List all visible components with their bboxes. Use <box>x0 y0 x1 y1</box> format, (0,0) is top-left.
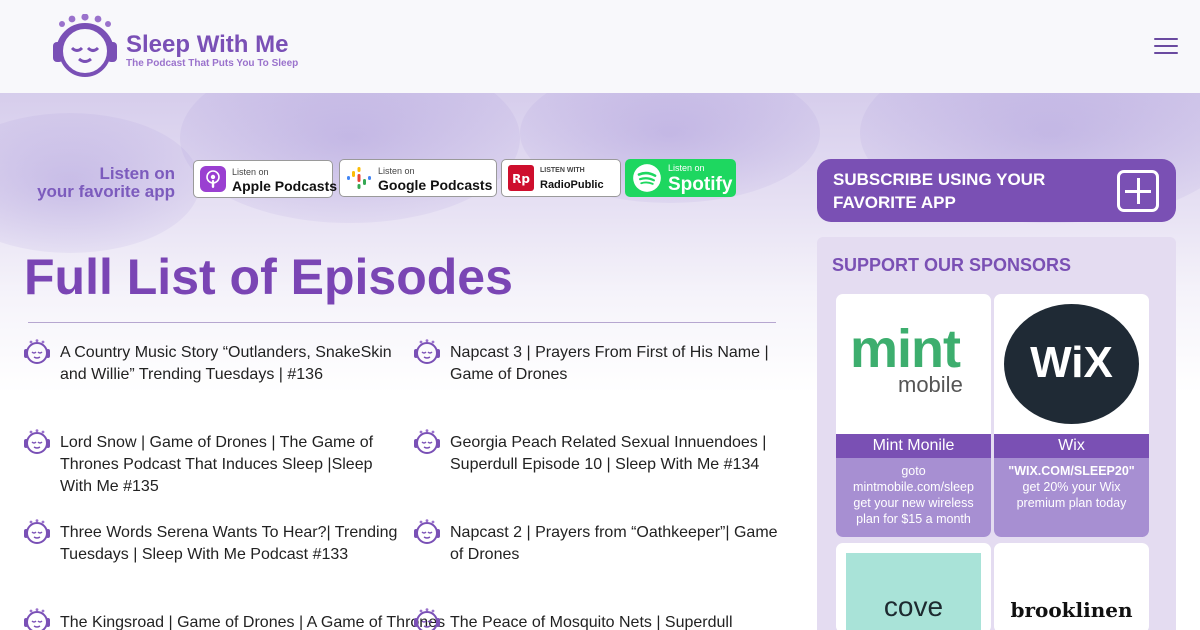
radiopublic-badge[interactable]: Rp LISTEN WITH RadioPublic <box>501 159 621 197</box>
episode-link[interactable]: Georgia Peach Related Sexual Innuendoes … <box>450 432 790 476</box>
episode-link[interactable]: Napcast 2 | Prayers from “Oathkeeper”| G… <box>450 522 790 566</box>
google-podcasts-icon <box>347 167 371 189</box>
sleeping-face-icon <box>24 339 50 364</box>
site-header: Sleep With Me The Podcast That Puts You … <box>0 0 1200 93</box>
sponsor-card-brooklinen[interactable]: brooklinen <box>994 543 1149 630</box>
sleeping-face-icon <box>414 429 440 454</box>
brooklinen-logo-word: brooklinen <box>1010 598 1133 622</box>
sponsor-description: "WIX.COM/SLEEP20" get 20% your Wix premi… <box>994 458 1149 537</box>
badge-big-text: Google Podcasts <box>378 177 493 193</box>
subscribe-label: SUBSCRIBE USING YOUR FAVORITE APP <box>833 170 1046 212</box>
episode-link[interactable]: Napcast 3 | Prayers From First of His Na… <box>450 342 790 386</box>
svg-text:Rp: Rp <box>512 172 530 186</box>
sleeping-face-icon <box>24 429 50 454</box>
spotify-icon <box>633 164 661 192</box>
sponsor-card-cove[interactable]: cove <box>836 543 991 630</box>
listen-on-label: Listen on your favorite app <box>30 165 175 201</box>
apple-podcasts-badge[interactable]: Listen on Apple Podcasts <box>193 160 337 198</box>
listen-label-line2: your favorite app <box>37 182 175 201</box>
cloud-decoration <box>180 93 520 223</box>
title-divider <box>28 322 776 323</box>
sleeping-face-icon <box>414 608 440 630</box>
sleeping-face-icon <box>24 608 50 630</box>
sponsors-panel: SUPPORT OUR SPONSORS mint mobile Mint Mo… <box>817 237 1176 630</box>
menu-bar <box>1154 45 1178 47</box>
sponsor-card-mint-mobile[interactable]: mint mobile Mint Monile goto mintmobile.… <box>836 294 991 537</box>
badge-big-text: Spotify <box>668 174 733 195</box>
cove-logo-word: cove <box>883 591 944 622</box>
sponsors-title: SUPPORT OUR SPONSORS <box>832 255 1072 275</box>
sponsor-promo-code: "WIX.COM/SLEEP20" <box>1008 464 1135 478</box>
wix-logo: WiX <box>1004 304 1139 424</box>
logo-title: Sleep With Me <box>126 31 289 58</box>
badge-small-text: LISTEN WITH <box>540 167 585 174</box>
sponsor-card-wix[interactable]: WiX Wix "WIX.COM/SLEEP20" get 20% your W… <box>994 294 1149 537</box>
badge-small-text: Listen on <box>378 166 415 176</box>
mobile-logo-word: mobile <box>898 372 963 397</box>
apple-podcasts-icon <box>200 166 226 192</box>
sponsor-description: goto mintmobile.com/sleep get your new w… <box>836 458 991 537</box>
radiopublic-icon: Rp <box>508 165 534 191</box>
mint-mobile-logo: mint mobile <box>836 294 991 434</box>
google-podcasts-badge[interactable]: Listen on Google Podcasts <box>339 159 497 197</box>
sleeping-face-icon <box>414 339 440 364</box>
badge-big-text: RadioPublic <box>540 179 604 191</box>
plus-icon <box>1117 170 1159 212</box>
badge-small-text: Listen on <box>668 163 705 173</box>
subscribe-button[interactable]: SUBSCRIBE USING YOUR FAVORITE APP <box>817 159 1176 222</box>
logo-tagline: The Podcast That Puts You To Sleep <box>126 58 299 69</box>
sponsor-name: Mint Monile <box>836 434 991 458</box>
mint-logo-word: mint <box>850 319 961 379</box>
page-title: Full List of Episodes <box>24 249 513 305</box>
cove-logo: cove <box>846 553 981 630</box>
sponsor-offer: get 20% your Wix premium plan today <box>1016 480 1127 510</box>
sponsor-name: Wix <box>994 434 1149 458</box>
episode-link[interactable]: A Country Music Story “Outlanders, Snake… <box>60 342 400 386</box>
site-logo[interactable]: Sleep With Me The Podcast That Puts You … <box>52 14 312 78</box>
listen-label-line1: Listen on <box>99 164 175 183</box>
sleeping-face-headphones-icon <box>53 14 117 77</box>
episode-link[interactable]: The Peace of Mosquito Nets | Superdull <box>450 612 790 630</box>
episode-link[interactable]: Three Words Serena Wants To Hear?| Trend… <box>60 522 400 566</box>
episode-link[interactable]: Lord Snow | Game of Drones | The Game of… <box>60 432 400 498</box>
menu-bar <box>1154 38 1178 40</box>
sleeping-face-icon <box>24 519 50 544</box>
badge-big-text: Apple Podcasts <box>232 178 338 194</box>
sleeping-face-icon <box>414 519 440 544</box>
hamburger-menu-icon[interactable] <box>1154 38 1178 58</box>
spotify-badge[interactable]: Listen on Spotify <box>625 159 736 197</box>
episode-link[interactable]: The Kingsroad | Game of Drones | A Game … <box>60 612 445 630</box>
wix-logo-word: WiX <box>1030 338 1113 387</box>
menu-bar <box>1154 52 1178 54</box>
badge-small-text: Listen on <box>232 167 269 177</box>
